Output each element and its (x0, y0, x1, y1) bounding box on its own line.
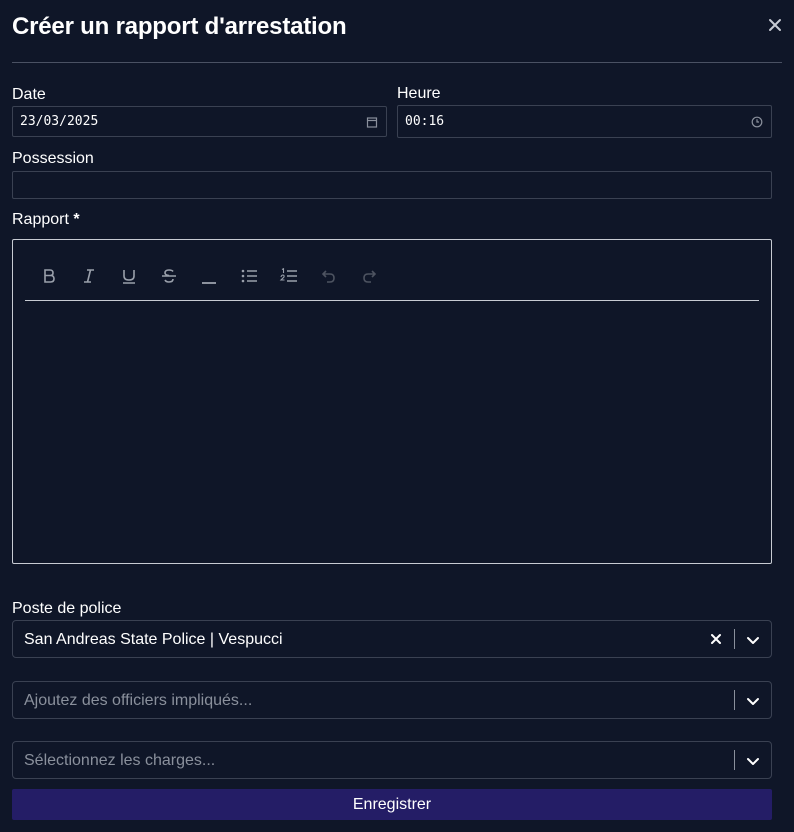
strikethrough-icon[interactable] (159, 267, 179, 285)
redo-icon[interactable] (359, 267, 379, 285)
officers-placeholder: Ajoutez des officiers impliqués... (24, 692, 253, 709)
charges-placeholder: Sélectionnez les charges... (24, 752, 216, 769)
report-label-text: Rapport (12, 211, 69, 228)
date-value: 23/03/2025 (20, 114, 99, 129)
officers-select[interactable]: Ajoutez des officiers impliqués... (12, 681, 772, 719)
police-station-label: Poste de police (12, 600, 122, 617)
time-input[interactable]: 00:16 (397, 105, 772, 138)
police-station-value: San Andreas State Police | Vespucci (24, 631, 283, 648)
possession-label: Possession (12, 150, 94, 167)
time-label: Heure (397, 85, 441, 102)
report-editor[interactable] (12, 239, 772, 564)
report-content[interactable] (25, 312, 759, 551)
charges-select[interactable]: Sélectionnez les charges... (12, 741, 772, 779)
clock-icon[interactable] (751, 116, 763, 128)
chevron-down-icon[interactable] (745, 632, 761, 648)
bullet-list-icon[interactable] (239, 267, 259, 285)
select-separator (734, 690, 735, 710)
italic-icon[interactable] (79, 267, 99, 285)
select-separator (734, 629, 735, 649)
report-label: Rapport * (12, 210, 80, 230)
ordered-list-icon[interactable] (279, 267, 299, 285)
toolbar-divider (25, 300, 759, 301)
date-label: Date (12, 86, 46, 103)
required-marker: * (73, 211, 80, 228)
underline-icon[interactable] (119, 267, 139, 285)
horizontal-rule-icon[interactable] (199, 267, 219, 285)
select-separator (734, 750, 735, 770)
chevron-down-icon[interactable] (745, 693, 761, 709)
police-station-select[interactable]: San Andreas State Police | Vespucci (12, 620, 772, 658)
chevron-down-icon[interactable] (745, 753, 761, 769)
possession-input[interactable] (12, 171, 772, 199)
bold-icon[interactable] (39, 267, 59, 285)
dialog-title: Créer un rapport d'arrestation (12, 13, 347, 40)
header-divider (12, 62, 782, 63)
close-icon[interactable] (766, 16, 784, 34)
save-button[interactable]: Enregistrer (12, 789, 772, 820)
calendar-icon[interactable] (366, 116, 378, 128)
clear-icon[interactable] (709, 632, 723, 646)
undo-icon[interactable] (319, 267, 339, 285)
time-value: 00:16 (405, 114, 445, 129)
date-input[interactable]: 23/03/2025 (12, 106, 387, 137)
